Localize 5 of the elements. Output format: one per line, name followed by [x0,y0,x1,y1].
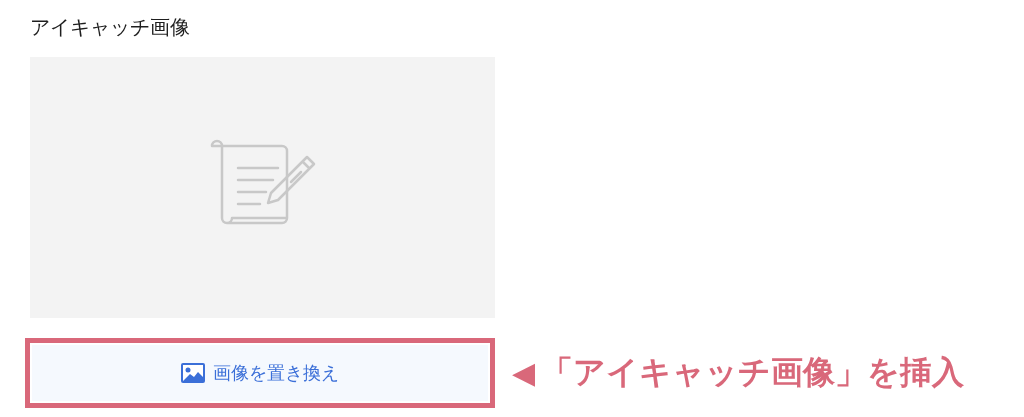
pointer-arrow: ◀ [512,358,536,388]
image-icon [181,363,205,383]
replace-image-button[interactable]: 画像を置き換え [32,345,488,401]
section-title: アイキャッチ画像 [30,14,191,41]
annotation-text: 「アイキャッチ画像」を挿入 [541,352,965,393]
